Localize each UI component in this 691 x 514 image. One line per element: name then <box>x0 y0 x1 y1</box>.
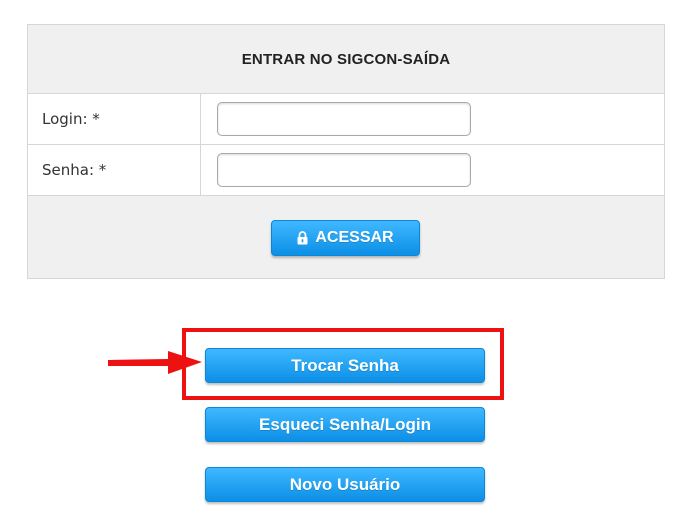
change-password-label: Trocar Senha <box>291 355 399 375</box>
password-row: Senha: * <box>28 145 664 196</box>
acessar-button[interactable]: ACESSAR <box>271 220 420 256</box>
login-panel-header: ENTRAR NO SIGCON-SAÍDA <box>28 25 664 94</box>
login-input[interactable] <box>217 102 471 136</box>
change-password-button[interactable]: Trocar Senha <box>205 348 485 383</box>
acessar-button-label: ACESSAR <box>315 229 394 246</box>
new-user-label: Novo Usuário <box>289 474 401 494</box>
login-panel-footer: ACESSAR <box>28 196 664 278</box>
login-label: Login: * <box>28 94 201 144</box>
lock-icon <box>297 231 308 245</box>
password-label: Senha: * <box>28 145 201 195</box>
new-user-button[interactable]: Novo Usuário <box>205 467 485 502</box>
login-panel-title: ENTRAR NO SIGCON-SAÍDA <box>241 50 451 68</box>
login-panel: ENTRAR NO SIGCON-SAÍDA Login: * Senha: *… <box>27 24 665 279</box>
login-row: Login: * <box>28 94 664 145</box>
password-input[interactable] <box>217 153 471 187</box>
forgot-login-button[interactable]: Esqueci Senha/Login <box>205 407 485 442</box>
forgot-login-label: Esqueci Senha/Login <box>259 414 431 434</box>
